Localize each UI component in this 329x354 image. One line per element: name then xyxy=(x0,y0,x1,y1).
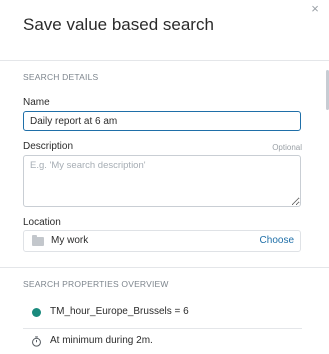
location-field: My work Choose xyxy=(23,230,301,252)
header-divider xyxy=(0,60,329,61)
name-input[interactable] xyxy=(23,111,301,131)
dialog-title: Save value based search xyxy=(23,15,214,34)
save-search-dialog: × Save value based search SEARCH DETAILS… xyxy=(0,0,329,354)
property-text: TM_hour_Europe_Brussels = 6 xyxy=(50,306,189,317)
choose-location-link[interactable]: Choose xyxy=(260,235,294,246)
optional-label: Optional xyxy=(272,143,302,152)
location-label: Location xyxy=(23,217,61,228)
close-button[interactable]: × xyxy=(308,2,322,16)
timer-icon xyxy=(32,336,41,347)
section-label-search-details: SEARCH DETAILS xyxy=(23,72,99,82)
property-row: At minimum during 2m. xyxy=(23,329,302,354)
property-row: TM_hour_Europe_Brussels = 6 xyxy=(23,300,302,326)
property-text: At minimum during 2m. xyxy=(50,335,153,346)
description-label: Description xyxy=(23,141,74,152)
folder-icon xyxy=(32,235,44,246)
location-value: My work xyxy=(51,235,89,246)
section-divider xyxy=(0,267,329,268)
name-label: Name xyxy=(23,97,50,108)
status-dot-icon xyxy=(32,308,41,317)
description-field[interactable] xyxy=(23,155,301,207)
section-label-properties-overview: SEARCH PROPERTIES OVERVIEW xyxy=(23,279,169,289)
